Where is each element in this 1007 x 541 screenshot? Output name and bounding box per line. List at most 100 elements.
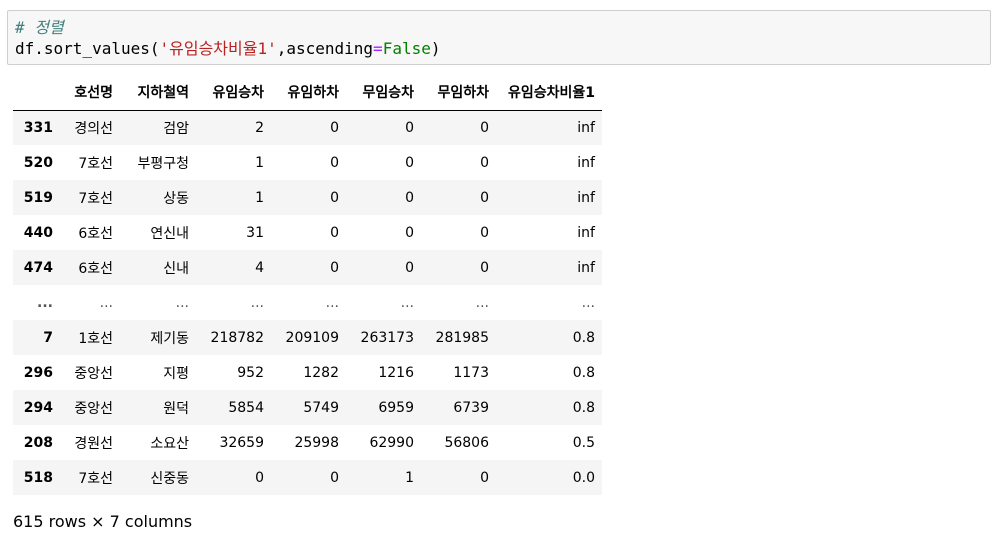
cell-free-alighting: ... [475, 294, 489, 311]
table-row: 208 경원선 소요산 32659 25998 62990 56806 0.5 [13, 425, 602, 460]
table-row: 294 중앙선 원덕 5854 5749 6959 6739 0.8 [13, 390, 602, 425]
cell-paid-boarding: 952 [237, 364, 264, 381]
row-index: 296 [23, 364, 53, 381]
cell-free-alighting: 281985 [435, 329, 489, 346]
row-index: 520 [23, 154, 53, 171]
cell-paid-boarding: 2 [255, 119, 264, 136]
cell-paid-ratio: inf [577, 259, 595, 276]
cell-free-boarding: 1216 [378, 364, 414, 381]
column-header-station: 지하철역 [120, 75, 196, 111]
cell-station: 상동 [163, 190, 189, 207]
table-row: 440 6호선 연신내 31 0 0 0 inf [13, 215, 602, 250]
cell-line: 7호선 [78, 470, 113, 487]
cell-line: 경의선 [74, 120, 113, 137]
cell-paid-boarding: 0 [255, 469, 264, 486]
cell-free-boarding: 0 [405, 154, 414, 171]
table-row-ellipsis: ... ... ... ... ... ... ... ... [13, 285, 602, 320]
code-equals: = [373, 39, 383, 58]
dataframe-shape-summary: 615 rows × 7 columns [13, 512, 193, 531]
cell-paid-ratio: 0.0 [572, 469, 595, 486]
cell-paid-boarding: 31 [246, 224, 264, 241]
cell-line: 7호선 [78, 155, 113, 172]
cell-paid-boarding: 5854 [228, 399, 264, 416]
cell-station: ... [175, 294, 189, 311]
row-index: 474 [23, 259, 53, 276]
cell-paid-ratio: 0.8 [572, 329, 595, 346]
code-string-arg: '유임승차비율1' [159, 39, 277, 58]
cell-paid-boarding: ... [250, 294, 264, 311]
cell-line: 경원선 [74, 435, 113, 452]
cell-paid-ratio: 0.5 [572, 434, 595, 451]
table-row: 331 경의선 검암 2 0 0 0 inf [13, 110, 602, 145]
cell-free-alighting: 0 [480, 469, 489, 486]
table-row: 518 7호선 신중동 0 0 1 0 0.0 [13, 460, 602, 495]
table-row: 7 1호선 제기동 218782 209109 263173 281985 0.… [13, 320, 602, 355]
cell-line: 중앙선 [74, 365, 113, 382]
cell-free-boarding: 6959 [378, 399, 414, 416]
cell-line: 중앙선 [74, 400, 113, 417]
cell-paid-ratio: inf [577, 224, 595, 241]
cell-line: 7호선 [78, 190, 113, 207]
cell-paid-boarding: 1 [255, 154, 264, 171]
cell-free-alighting: 1173 [453, 364, 489, 381]
cell-free-boarding: 62990 [369, 434, 414, 451]
table-row: 520 7호선 부평구청 1 0 0 0 inf [13, 145, 602, 180]
code-call: df.sort_values( [15, 39, 160, 58]
cell-free-boarding: 0 [405, 189, 414, 206]
cell-paid-boarding: 1 [255, 189, 264, 206]
cell-station: 지평 [163, 365, 189, 382]
cell-paid-ratio: inf [577, 119, 595, 136]
table-row: 474 6호선 신내 4 0 0 0 inf [13, 250, 602, 285]
cell-paid-ratio: 0.8 [572, 364, 595, 381]
cell-free-alighting: 0 [480, 154, 489, 171]
dataframe-output-table: 호선명 지하철역 유임승차 유임하차 무임승차 무임하차 유임승차비율1 331… [13, 75, 602, 495]
cell-line: 6호선 [78, 225, 113, 242]
cell-free-alighting: 0 [480, 259, 489, 276]
cell-station: 신내 [163, 260, 189, 277]
cell-paid-ratio: inf [577, 189, 595, 206]
cell-paid-alighting: 25998 [294, 434, 339, 451]
cell-free-boarding: 0 [405, 119, 414, 136]
cell-station: 검암 [163, 120, 189, 137]
cell-free-alighting: 0 [480, 224, 489, 241]
cell-free-alighting: 0 [480, 189, 489, 206]
cell-paid-ratio: 0.8 [572, 399, 595, 416]
row-index: 208 [23, 434, 53, 451]
cell-paid-alighting: 0 [330, 469, 339, 486]
cell-station: 원덕 [163, 400, 189, 417]
column-header-line: 호선명 [60, 75, 120, 111]
cell-free-boarding: ... [400, 294, 414, 311]
cell-free-boarding: 263173 [360, 329, 414, 346]
cell-free-alighting: 56806 [444, 434, 489, 451]
row-index: 294 [23, 399, 53, 416]
column-header-free-boarding: 무임승차 [346, 75, 421, 111]
cell-station: 부평구청 [137, 155, 189, 172]
cell-paid-ratio: ... [581, 294, 595, 311]
column-header-free-alighting: 무임하차 [421, 75, 496, 111]
cell-paid-alighting: 1282 [303, 364, 339, 381]
code-comment: # 정렬 [15, 18, 64, 37]
cell-paid-alighting: 0 [330, 259, 339, 276]
cell-station: 제기동 [150, 330, 189, 347]
cell-station: 소요산 [150, 435, 189, 452]
row-index: ... [37, 294, 53, 311]
cell-free-alighting: 0 [480, 119, 489, 136]
row-index: 440 [23, 224, 53, 241]
cell-paid-boarding: 4 [255, 259, 264, 276]
column-header-paid-ratio: 유임승차비율1 [496, 75, 602, 111]
row-index: 519 [23, 189, 53, 206]
table-header-row: 호선명 지하철역 유임승차 유임하차 무임승차 무임하차 유임승차비율1 [13, 75, 602, 111]
row-index: 518 [23, 469, 53, 486]
cell-paid-alighting: 5749 [303, 399, 339, 416]
cell-paid-ratio: inf [577, 154, 595, 171]
cell-free-alighting: 6739 [453, 399, 489, 416]
cell-paid-alighting: 0 [330, 119, 339, 136]
code-cell[interactable]: # 정렬 df.sort_values('유임승차비율1',ascending=… [7, 10, 991, 65]
cell-paid-alighting: 209109 [285, 329, 339, 346]
row-index: 331 [23, 119, 53, 136]
code-editor[interactable]: # 정렬 df.sort_values('유임승차비율1',ascending=… [15, 17, 441, 59]
table-row: 296 중앙선 지평 952 1282 1216 1173 0.8 [13, 355, 602, 390]
row-index: 7 [43, 329, 53, 346]
cell-paid-alighting: 0 [330, 189, 339, 206]
table-row: 519 7호선 상동 1 0 0 0 inf [13, 180, 602, 215]
